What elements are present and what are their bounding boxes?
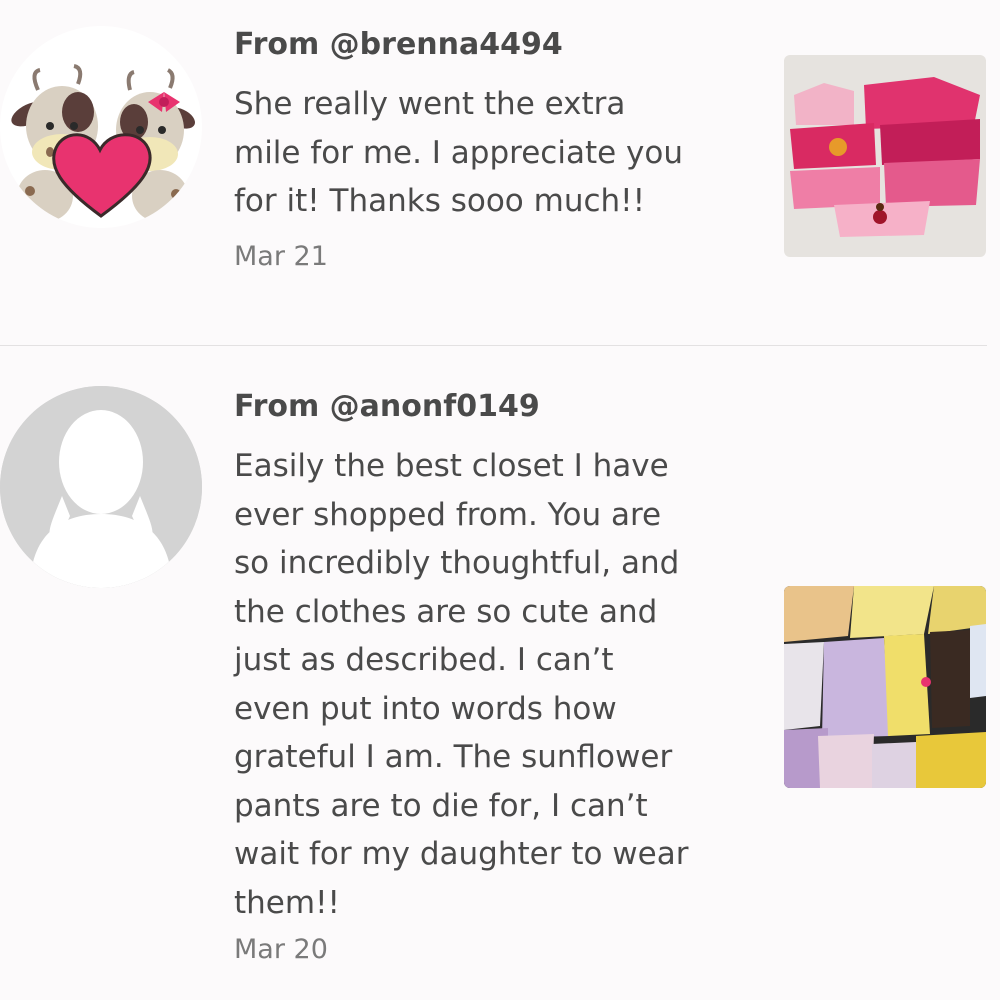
review-photo[interactable] [784,586,986,788]
user-avatar[interactable] [0,26,202,228]
comment-line: them!! [234,884,340,921]
yellow-purple-clothes-photo-icon [784,586,986,788]
review-photo[interactable] [784,55,986,257]
comment-line: mile for me. I appreciate you [234,134,683,171]
pink-clothes-photo-icon [784,55,986,257]
comment-line: grateful I am. The sunflower [234,739,673,775]
comment-line: so incredibly thoughtful, and [234,545,680,581]
review-date: Mar 20 [234,934,328,965]
cows-heart-avatar-icon [11,64,195,228]
comment-line: ever shopped from. You are [234,496,662,533]
comment-line: just as described. I can’t [234,642,614,678]
review-comment: She really went the extra mile for me. I… [234,80,734,226]
comment-line: even put into words how [234,690,617,727]
review-comment: Easily the best closet I have ever shopp… [234,442,734,927]
comment-line: wait for my daughter to wear [234,836,689,872]
review-author[interactable]: From @anonf0149 [234,389,540,424]
comment-line: Easily the best closet I have [234,448,669,484]
comment-line: pants are to die for, I can’t [234,787,648,824]
comment-line: the clothes are so cute and [234,593,658,630]
user-avatar[interactable] [0,386,202,588]
comment-line: for it! Thanks sooo much!! [234,183,646,219]
review-item: From @brenna4494 She really went the ext… [0,0,1000,345]
review-item: From @anonf0149 Easily the best closet I… [0,346,1000,1000]
review-date: Mar 21 [234,241,328,272]
comment-line: She really went the extra [234,86,626,122]
review-author[interactable]: From @brenna4494 [234,27,563,62]
default-person-avatar-icon [0,386,202,588]
